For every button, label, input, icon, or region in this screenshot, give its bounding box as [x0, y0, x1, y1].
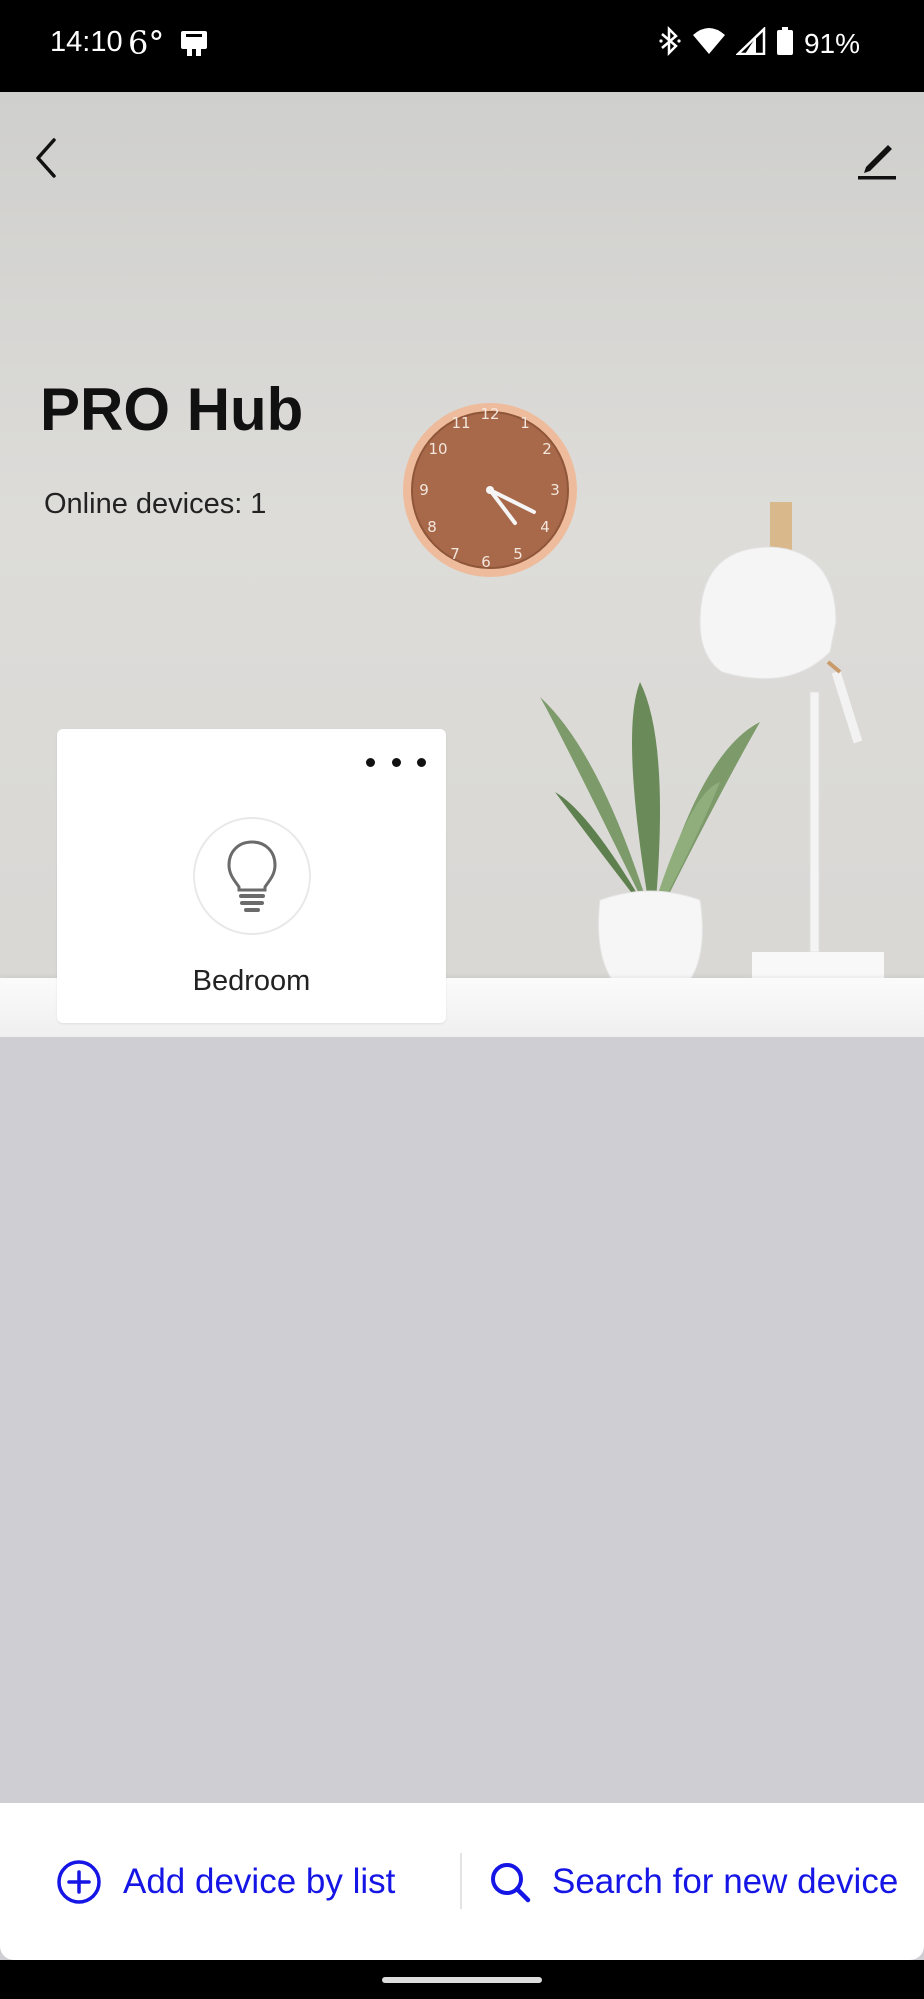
device-icon-circle [193, 817, 311, 935]
online-devices-count: 1 [250, 488, 267, 520]
svg-text:10: 10 [428, 440, 447, 458]
action-divider [460, 1853, 462, 1909]
wifi-icon [692, 27, 726, 60]
online-devices-label: Online devices: [44, 488, 243, 520]
add-device-label: Add device by list [123, 1861, 396, 1901]
more-horizontal-icon [366, 757, 375, 767]
online-devices-text: Online devices: 1 [44, 488, 266, 521]
svg-text:2: 2 [542, 440, 552, 458]
device-name: Bedroom [192, 965, 311, 997]
notification-icon [178, 28, 212, 63]
svg-text:4: 4 [540, 518, 550, 536]
status-time: 14:10 [50, 26, 123, 58]
svg-text:12: 12 [480, 405, 499, 423]
system-nav-bar [0, 1960, 924, 1999]
add-device-by-list-button[interactable]: Add device by list [55, 1803, 395, 1960]
more-dot [391, 757, 401, 767]
battery-percent: 91% [803, 27, 860, 59]
chevron-left-icon [36, 138, 56, 178]
svg-text:9: 9 [419, 481, 429, 499]
page-title: PRO Hub [40, 376, 304, 443]
search-device-label: Search for new device [552, 1861, 899, 1901]
device-more-button[interactable] [366, 749, 426, 775]
plus-circle-icon [57, 1859, 101, 1904]
edit-button[interactable] [848, 128, 906, 188]
svg-text:7: 7 [450, 545, 460, 563]
signal-icon [734, 26, 766, 60]
status-bar: 14:10 6° 91% [0, 0, 924, 92]
bottom-action-bar: Add device by list Search for new device [0, 1803, 924, 1960]
status-temperature: 6° [128, 24, 165, 62]
svg-text:6: 6 [481, 553, 491, 571]
back-button[interactable] [22, 128, 72, 188]
more-dot [417, 757, 426, 767]
svg-text:11: 11 [451, 414, 470, 432]
device-card-bedroom[interactable]: Bedroom [57, 729, 446, 1023]
home-gesture-handle[interactable] [382, 1977, 542, 1983]
svg-text:8: 8 [427, 518, 437, 536]
svg-text:3: 3 [550, 481, 560, 499]
search-new-device-button[interactable]: Search for new device [488, 1803, 898, 1960]
battery-icon [776, 26, 794, 61]
pencil-icon [858, 145, 896, 180]
svg-text:5: 5 [513, 545, 523, 563]
bluetooth-icon [658, 25, 682, 61]
light-bulb-icon [227, 840, 277, 912]
search-icon [491, 1862, 531, 1902]
svg-text:1: 1 [520, 414, 530, 432]
